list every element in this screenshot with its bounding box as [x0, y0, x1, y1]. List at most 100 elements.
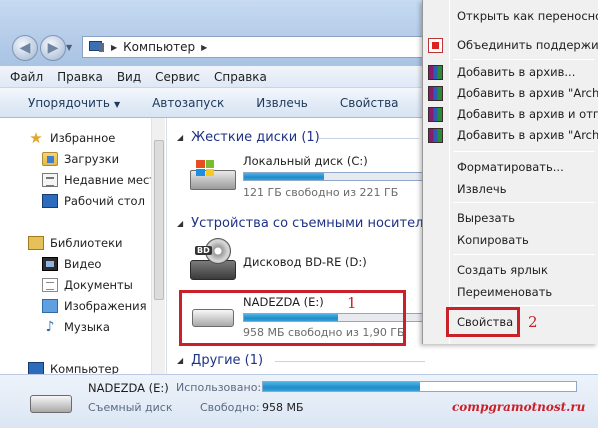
- callout-number-2: 2: [528, 313, 538, 331]
- usb-drive-icon: [30, 395, 72, 413]
- menu-item-cut[interactable]: Вырезать: [457, 208, 598, 228]
- menu-item-merge[interactable]: Объединить поддерживаемые файлы: [457, 35, 598, 55]
- forward-button[interactable]: ▶: [40, 35, 66, 61]
- nav-favorites-label: Избранное: [50, 131, 116, 145]
- menu-item-add-archive-send[interactable]: Добавить в архив и отправить: [457, 104, 598, 124]
- nav-music-label: Музыка: [64, 320, 110, 334]
- star-icon: ★: [29, 129, 43, 147]
- nav-downloads[interactable]: Загрузки: [42, 150, 119, 168]
- menu-separator: [453, 59, 595, 60]
- documents-icon: [42, 278, 58, 292]
- chevron-right-icon[interactable]: ▶: [201, 43, 207, 52]
- arrow-right-icon: ▶: [47, 40, 59, 56]
- bd-badge: BD: [195, 246, 212, 255]
- navpane-scroll-thumb[interactable]: [154, 140, 164, 300]
- address-location[interactable]: Компьютер: [123, 40, 195, 54]
- recent-places-icon: [42, 173, 58, 187]
- libraries-icon: [28, 236, 44, 250]
- group-removable[interactable]: ◢ Устройства со съемными носителями: [177, 213, 449, 233]
- group-hard-drives-label: Жесткие диски (1): [191, 129, 320, 145]
- menu-item-rename[interactable]: Переименовать: [457, 282, 598, 302]
- drive-c-name: Локальный диск (C:): [243, 154, 368, 168]
- back-button[interactable]: ◀: [12, 35, 38, 61]
- organize-button[interactable]: Упорядочить ▼: [28, 96, 120, 110]
- menu-item-add-archive[interactable]: Добавить в архив...: [457, 62, 598, 82]
- autoplay-button[interactable]: Автозапуск: [152, 96, 224, 110]
- menu-item-copy[interactable]: Копировать: [457, 230, 598, 250]
- winrar-icon: [428, 107, 443, 122]
- group-divider: [275, 361, 425, 362]
- pdf-merge-icon: [428, 38, 443, 53]
- winrar-icon: [428, 86, 443, 101]
- computer-icon: [89, 41, 105, 53]
- nav-libraries[interactable]: Библиотеки: [28, 234, 123, 252]
- menu-separator: [453, 254, 595, 255]
- chevron-right-icon[interactable]: ▶: [111, 43, 117, 52]
- nav-music[interactable]: ♪ Музыка: [42, 318, 110, 336]
- nav-desktop-label: Рабочий стол: [64, 194, 145, 208]
- nav-video-label: Видео: [64, 257, 102, 271]
- menu-separator: [453, 151, 595, 152]
- details-usage-fill: [263, 382, 420, 391]
- menu-view[interactable]: Вид: [117, 70, 141, 84]
- drive-c-usage-fill: [244, 173, 325, 180]
- winrar-icon: [428, 65, 443, 80]
- nav-desktop[interactable]: Рабочий стол: [42, 192, 145, 210]
- highlight-properties: [446, 307, 520, 337]
- details-drive-type: Съемный диск: [88, 401, 173, 414]
- drive-d-name: Дисковод BD-RE (D:): [243, 255, 367, 269]
- group-removable-label: Устройства со съемными носителями: [191, 215, 450, 231]
- arrow-left-icon: ◀: [19, 40, 31, 56]
- menu-item-open-portable[interactable]: Открыть как переносное устройство: [457, 6, 598, 26]
- group-hard-drives[interactable]: ◢ Жесткие диски (1): [177, 127, 320, 147]
- details-free-value: 958 МБ: [262, 401, 304, 414]
- address-bar[interactable]: ▶ Компьютер ▶: [82, 36, 442, 58]
- organize-label: Упорядочить: [28, 95, 110, 110]
- group-divider: [319, 138, 419, 139]
- nav-documents[interactable]: Документы: [42, 276, 133, 294]
- group-other-label: Другие (1): [191, 352, 264, 368]
- navigation-pane: ★ Избранное Загрузки Недавние места Рабо…: [0, 118, 165, 376]
- nav-favorites[interactable]: ★ Избранное: [28, 129, 115, 147]
- collapse-triangle-icon: ◢: [177, 218, 184, 228]
- callout-number-1: 1: [347, 294, 357, 312]
- winrar-icon: [428, 128, 443, 143]
- menu-gutter: [449, 0, 450, 344]
- drive-local-c[interactable]: Локальный диск (C:) 121 ГБ свободно из 2…: [187, 154, 427, 199]
- chevron-down-icon: ▼: [113, 99, 121, 109]
- menu-tools[interactable]: Сервис: [155, 70, 200, 84]
- recent-pages-dropdown[interactable]: ▼: [66, 43, 72, 52]
- group-other[interactable]: ◢ Другие (1): [177, 350, 263, 370]
- video-icon: [42, 257, 58, 271]
- eject-button[interactable]: Извлечь: [256, 96, 308, 110]
- windows-logo-icon: [196, 160, 214, 176]
- menu-item-add-archive-named[interactable]: Добавить в архив "Archive.rar": [457, 83, 598, 103]
- menu-item-create-shortcut[interactable]: Создать ярлык: [457, 260, 598, 280]
- details-usage-bar: [262, 381, 577, 392]
- nav-images-label: Изображения: [64, 299, 147, 313]
- collapse-triangle-icon: ◢: [177, 355, 184, 365]
- properties-button[interactable]: Свойства: [340, 96, 399, 110]
- menu-edit[interactable]: Правка: [57, 70, 103, 84]
- nav-documents-label: Документы: [64, 278, 133, 292]
- watermark-text: compgramotnost.ru: [452, 400, 586, 414]
- menu-separator: [453, 305, 595, 306]
- images-icon: [42, 299, 58, 313]
- music-icon: ♪: [45, 319, 55, 335]
- drive-bd-d[interactable]: BD Дисковод BD-RE (D:): [187, 238, 427, 282]
- details-free-label: Свободно:: [200, 401, 260, 414]
- menu-item-format[interactable]: Форматировать...: [457, 157, 598, 177]
- nav-downloads-label: Загрузки: [64, 152, 120, 166]
- details-used-label: Использовано:: [176, 381, 262, 394]
- drive-c-free: 121 ГБ свободно из 221 ГБ: [243, 186, 399, 199]
- collapse-triangle-icon: ◢: [177, 132, 184, 142]
- menu-item-add-archive-named-send[interactable]: Добавить в архив "Archive.rar" и отправи…: [457, 125, 598, 145]
- nav-images[interactable]: Изображения: [42, 297, 147, 315]
- navpane-scrollbar[interactable]: [151, 118, 165, 374]
- menu-item-eject[interactable]: Извлечь: [457, 179, 598, 199]
- nav-video[interactable]: Видео: [42, 255, 101, 273]
- details-drive-name: NADEZDA (E:): [88, 381, 169, 395]
- menu-help[interactable]: Справка: [214, 70, 267, 84]
- nav-recent[interactable]: Недавние места: [42, 171, 163, 189]
- menu-file[interactable]: Файл: [10, 70, 43, 84]
